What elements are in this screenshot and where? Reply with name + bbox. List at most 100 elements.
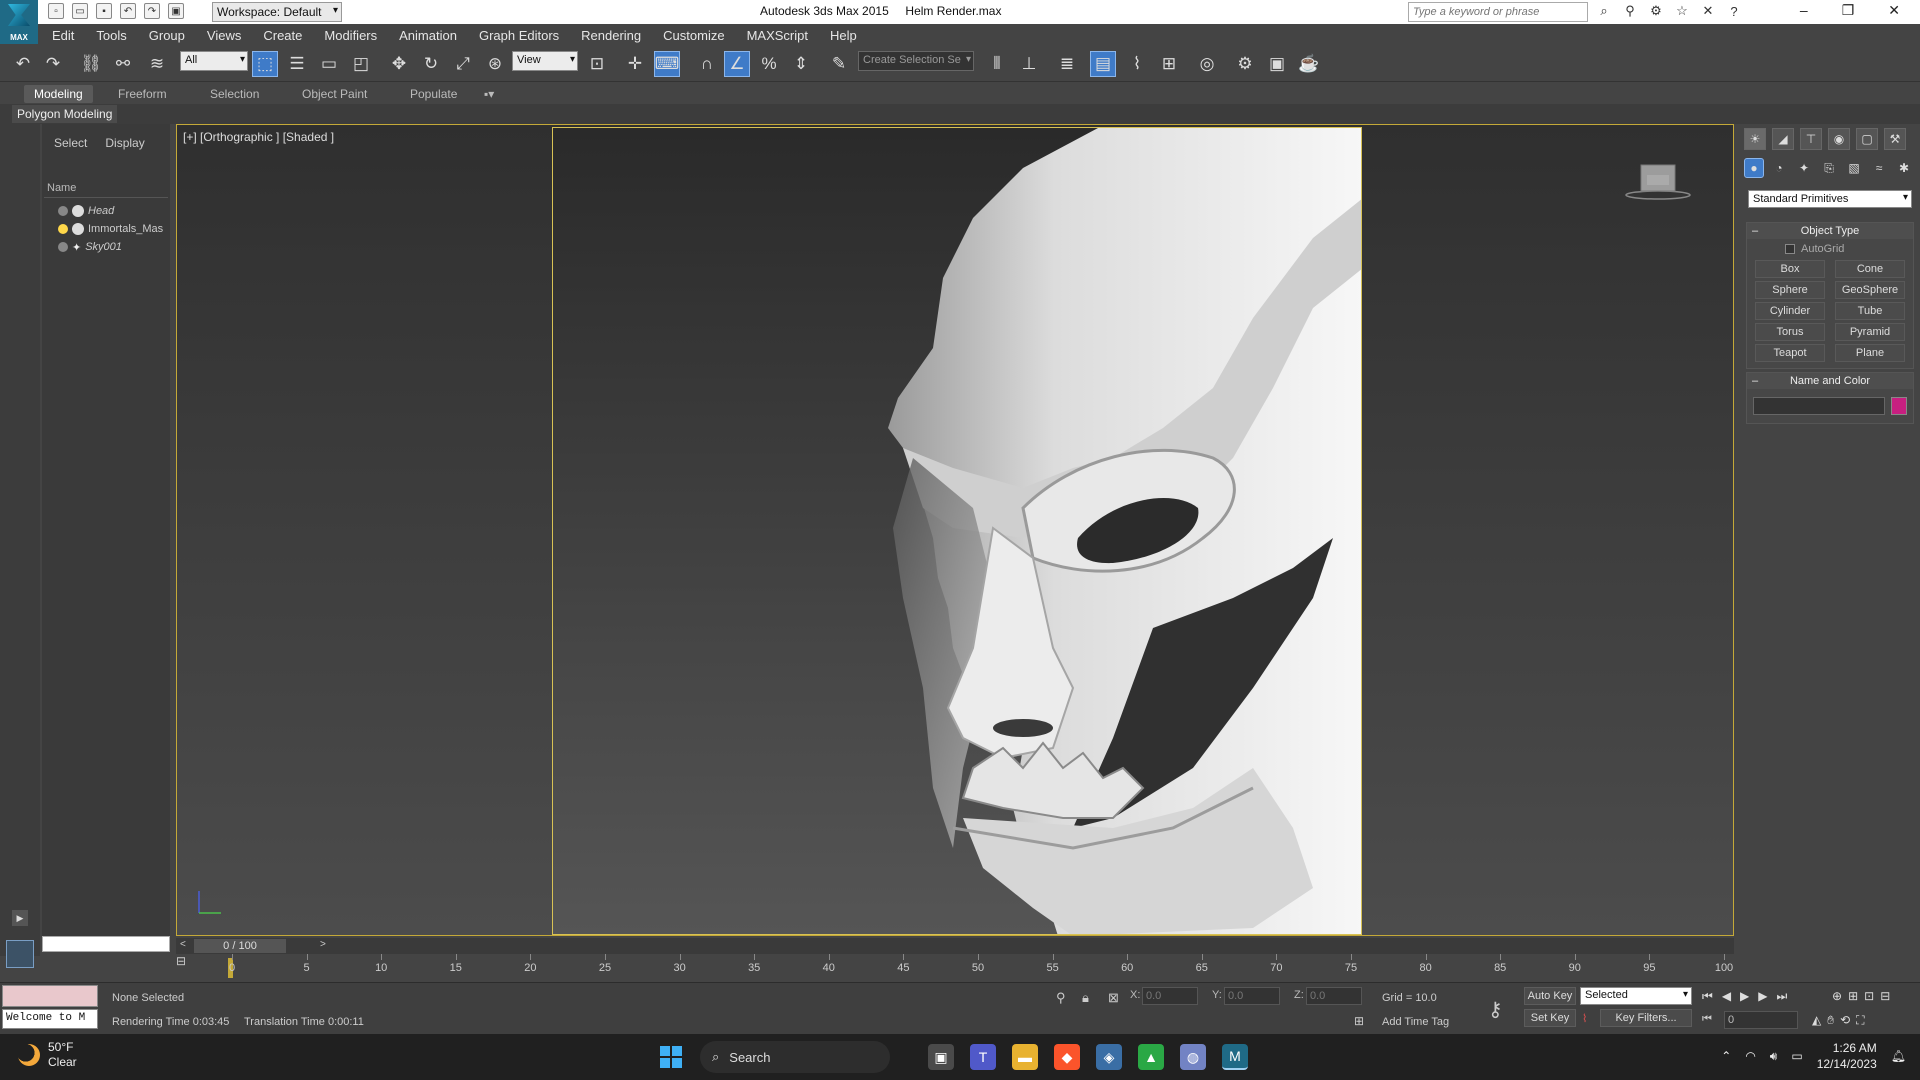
- battery-icon[interactable]: ▭: [1791, 1049, 1802, 1063]
- schematic-view-icon[interactable]: ⊞: [1156, 51, 1182, 77]
- geosphere-button[interactable]: GeoSphere: [1835, 281, 1905, 299]
- snaps-toggle-icon[interactable]: ∩: [694, 51, 720, 77]
- object-name-field[interactable]: [1753, 397, 1885, 415]
- track-bar[interactable]: ⊟ 0 5 10 15 20 25 30 35 40 45 50 55 60 65 70 75 80 85 90 95…: [176, 954, 1734, 982]
- polygon-modeling-panel[interactable]: Polygon Modeling: [12, 105, 118, 123]
- maximize-icon[interactable]: ❐: [1842, 2, 1855, 19]
- menu-help[interactable]: Help: [830, 28, 857, 43]
- tab-object-paint[interactable]: Object Paint: [292, 85, 377, 103]
- tab-select[interactable]: Select: [54, 136, 87, 150]
- menu-customize[interactable]: Customize: [663, 28, 724, 43]
- menu-group[interactable]: Group: [149, 28, 185, 43]
- pivot-center-icon[interactable]: ⊡: [584, 51, 610, 77]
- scene-item-sky001[interactable]: ✦ Sky001: [58, 238, 122, 256]
- go-to-start-icon[interactable]: ⏮: [1702, 989, 1713, 1004]
- y-coordinate-field[interactable]: 0.0: [1224, 987, 1280, 1005]
- spinner-snap-icon[interactable]: ⇕: [788, 51, 814, 77]
- open-file-icon[interactable]: ▭: [72, 3, 88, 19]
- add-time-tag[interactable]: Add Time Tag: [1382, 1016, 1449, 1028]
- help-search-input[interactable]: [1408, 2, 1588, 22]
- tab-populate[interactable]: Populate: [400, 85, 467, 103]
- time-tag-icon[interactable]: ⊞: [1354, 1014, 1364, 1028]
- autogrid-checkbox[interactable]: [1785, 244, 1795, 254]
- app-icon-globe[interactable]: ◍: [1180, 1044, 1206, 1070]
- utilities-tab-icon[interactable]: ⚒: [1884, 128, 1906, 150]
- scene-item-head[interactable]: Head: [58, 202, 114, 220]
- graphite-toggle-icon[interactable]: ▤: [1090, 51, 1116, 77]
- unlink-icon[interactable]: ⚯: [110, 51, 136, 77]
- zoom-icon[interactable]: ⊕: [1832, 989, 1842, 1003]
- set-key-button[interactable]: Set Key: [1524, 1009, 1576, 1027]
- minimize-icon[interactable]: –: [1800, 2, 1808, 19]
- autogrid-option[interactable]: AutoGrid: [1785, 243, 1913, 255]
- scale-icon[interactable]: ⤢: [450, 51, 476, 77]
- tab-modeling[interactable]: Modeling: [24, 85, 93, 103]
- box-button[interactable]: Box: [1755, 260, 1825, 278]
- manipulate-icon[interactable]: ✛: [622, 51, 648, 77]
- new-file-icon[interactable]: ▫: [48, 3, 64, 19]
- exchange-icon[interactable]: ✕: [1700, 3, 1716, 19]
- placement-icon[interactable]: ⊛: [482, 51, 508, 77]
- menu-views[interactable]: Views: [207, 28, 241, 43]
- percent-snap-icon[interactable]: %: [756, 51, 782, 77]
- select-by-name-icon[interactable]: ☰: [284, 51, 310, 77]
- maxscript-input[interactable]: [2, 985, 98, 1007]
- current-frame-field[interactable]: 0: [1724, 1011, 1798, 1029]
- weather-widget[interactable]: 50°F Clear: [18, 1040, 77, 1070]
- key-tangent-icon[interactable]: ⌇: [1582, 1012, 1587, 1025]
- space-warps-icon[interactable]: ≈: [1869, 158, 1889, 178]
- layer-dropdown[interactable]: [42, 936, 170, 952]
- redo-icon[interactable]: ↷: [40, 51, 66, 77]
- menu-edit[interactable]: Edit: [52, 28, 74, 43]
- menu-create[interactable]: Create: [263, 28, 302, 43]
- mini-curve-editor-icon[interactable]: ⊟: [176, 954, 186, 968]
- reference-coord-dropdown[interactable]: View: [512, 51, 578, 71]
- app-icon-green[interactable]: ▲: [1138, 1044, 1164, 1070]
- system-clock[interactable]: 1:26 AM 12/14/2023: [1817, 1040, 1877, 1072]
- light-bulb-icon[interactable]: [58, 206, 68, 216]
- subscription-icon[interactable]: ⚙: [1648, 3, 1664, 19]
- menu-rendering[interactable]: Rendering: [581, 28, 641, 43]
- sphere-button[interactable]: Sphere: [1755, 281, 1825, 299]
- modify-tab-icon[interactable]: ◢: [1772, 128, 1794, 150]
- absolute-mode-icon[interactable]: ⊠: [1108, 990, 1119, 1006]
- menu-modifiers[interactable]: Modifiers: [324, 28, 377, 43]
- systems-icon[interactable]: ✱: [1894, 158, 1914, 178]
- app-logo[interactable]: MAX: [0, 0, 38, 44]
- geometry-icon[interactable]: ●: [1744, 158, 1764, 178]
- teams-icon[interactable]: T: [970, 1044, 996, 1070]
- volume-icon[interactable]: 🔊︎: [1770, 1049, 1778, 1064]
- maxscript-listener-output[interactable]: Welcome to M: [2, 1009, 98, 1029]
- selection-lock-icon[interactable]: 🔒︎: [1082, 990, 1089, 1006]
- name-column-header[interactable]: Name: [44, 182, 168, 198]
- task-view-icon[interactable]: ▣: [928, 1044, 954, 1070]
- wifi-icon[interactable]: ◠: [1745, 1049, 1755, 1063]
- pan-icon[interactable]: ✋︎: [1827, 1013, 1834, 1028]
- viewport-label-menu[interactable]: [+] [Orthographic ] [Shaded ]: [183, 130, 334, 144]
- maximize-viewport-icon[interactable]: ⛶: [1856, 1013, 1864, 1028]
- tab-freeform[interactable]: Freeform: [108, 85, 177, 103]
- create-tab-icon[interactable]: ☀: [1744, 128, 1766, 150]
- window-crossing-icon[interactable]: ◰: [348, 51, 374, 77]
- align-icon[interactable]: ⊥: [1016, 51, 1042, 77]
- render-setup-icon[interactable]: ⚙: [1232, 51, 1258, 77]
- display-tab-icon[interactable]: ▢: [1856, 128, 1878, 150]
- rect-selection-region-icon[interactable]: ▭: [316, 51, 342, 77]
- angle-snap-icon[interactable]: ∠: [724, 51, 750, 77]
- cone-button[interactable]: Cone: [1835, 260, 1905, 278]
- zoom-extents-all-icon[interactable]: ⊟: [1880, 989, 1890, 1003]
- prev-frame-arrow-icon[interactable]: <: [180, 939, 186, 950]
- name-and-color-title[interactable]: Name and Color: [1747, 373, 1913, 389]
- scene-item-immortals-mask[interactable]: Immortals_Mas: [58, 220, 163, 238]
- bind-space-warp-icon[interactable]: ≋: [144, 51, 170, 77]
- tab-display[interactable]: Display: [105, 136, 144, 150]
- mirror-icon[interactable]: ⫴: [984, 51, 1010, 77]
- shapes-icon[interactable]: ◔: [1769, 158, 1789, 178]
- binoculars-icon[interactable]: ⌕: [1596, 3, 1612, 19]
- cylinder-button[interactable]: Cylinder: [1755, 302, 1825, 320]
- help-icon[interactable]: ?: [1726, 3, 1742, 19]
- zoom-extents-icon[interactable]: ⊡: [1864, 989, 1874, 1003]
- workspace-dropdown[interactable]: Workspace: Default: [212, 2, 342, 22]
- brave-browser-icon[interactable]: ◆: [1054, 1044, 1080, 1070]
- rotate-icon[interactable]: ↻: [418, 51, 444, 77]
